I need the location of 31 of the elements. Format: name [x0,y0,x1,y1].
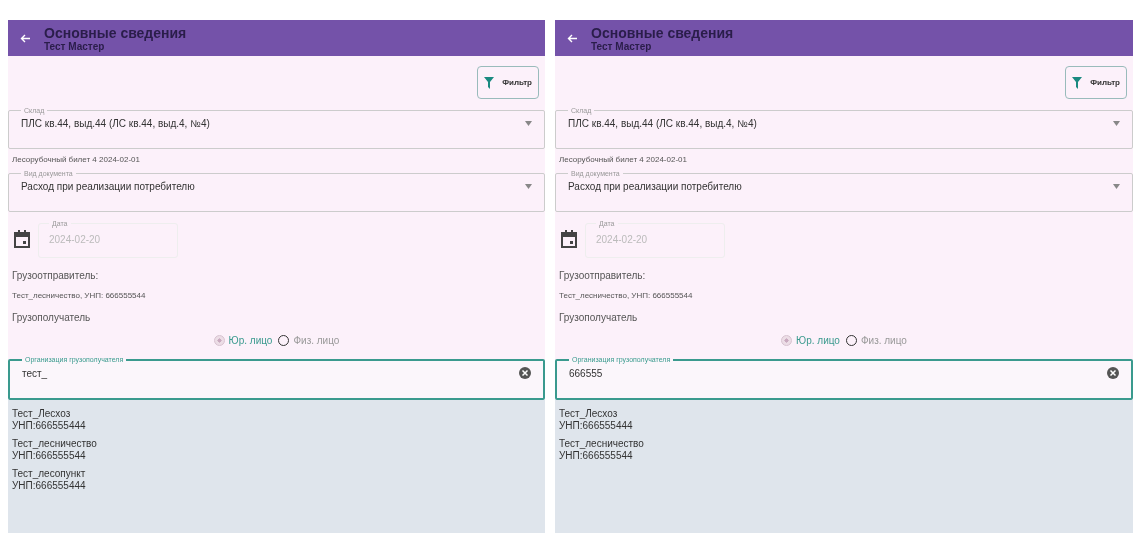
suggestion-item[interactable]: Тест_Лесхоз УНП:666555444 [12,408,541,432]
filter-button[interactable]: Фильтр [1065,66,1127,99]
suggestion-item[interactable]: Тест_лесопункт УНП:666555444 [12,468,541,492]
ticket-text: Лесорубочный билет 4 2024-02-01 [558,154,688,166]
screen-title: Основные сведения [44,24,187,41]
calendar-icon[interactable] [14,230,30,248]
dropdown-caret-icon [1113,184,1120,189]
dropdown-caret-icon [1113,121,1120,126]
consignee-label: Грузополучатель [558,311,639,325]
filter-icon [484,76,495,89]
calendar-icon[interactable] [561,230,577,248]
back-arrow-icon [567,34,577,43]
ticket-text: Лесорубочный билет 4 2024-02-01 [11,154,141,166]
screen-title: Основные сведения [591,24,734,41]
shipper-label: Грузоотправитель: [11,269,100,283]
back-arrow-icon [20,34,30,43]
filter-button[interactable]: Фильтр [477,66,539,99]
consignee-label: Грузополучатель [11,311,92,325]
suggestion-item[interactable]: Тест_Лесхоз УНП:666555444 [559,408,1129,432]
screen-subtitle: Тест Мастер [44,40,106,52]
dropdown-caret-icon [525,121,532,126]
shipper-label: Грузоотправитель: [558,269,647,283]
clear-icon[interactable] [519,367,531,379]
shipper-value: Тест_лесничество, УНП: 666555544 [558,290,694,302]
shipper-value: Тест_лесничество, УНП: 666555544 [11,290,147,302]
filter-icon [1072,76,1083,89]
dropdown-caret-icon [525,184,532,189]
suggestion-item[interactable]: Тест_лесничество УНП:666555544 [559,438,1129,462]
clear-icon[interactable] [1107,367,1119,379]
screen-subtitle: Тест Мастер [591,40,653,52]
suggestion-item[interactable]: Тест_лесничество УНП:666555544 [12,438,541,462]
